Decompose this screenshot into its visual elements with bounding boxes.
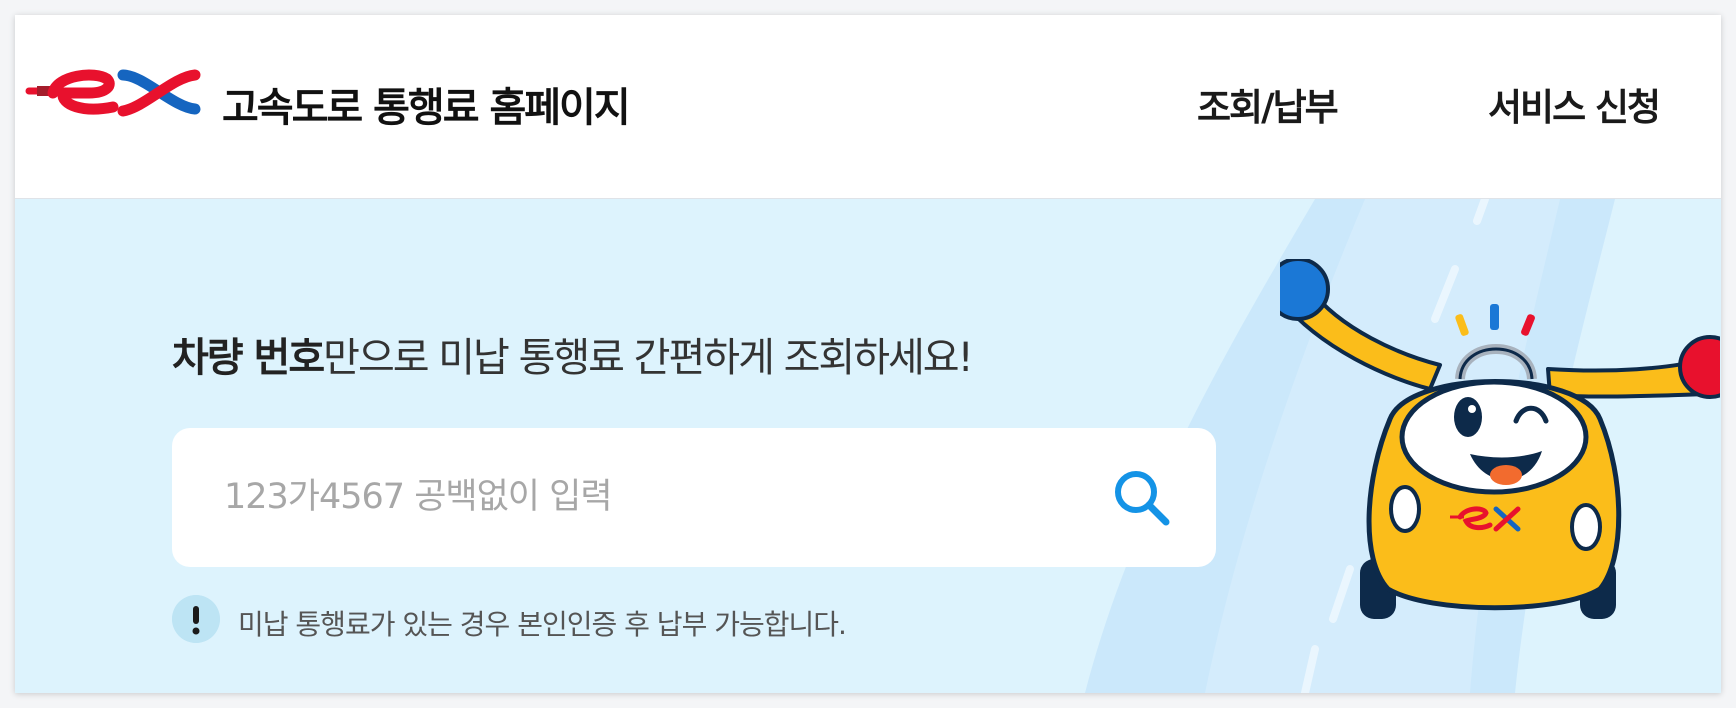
site-title[interactable]: 고속도로 통행료 홈페이지 xyxy=(222,75,631,133)
page-card: ex 고속도로 통행료 홈페이지 조회/납부 서비스 신청 차량 번호만으로 미… xyxy=(15,15,1721,693)
ex-logo[interactable]: ex xyxy=(23,61,203,121)
hero-section: 차량 번호만으로 미납 통행료 간편하게 조회하세요! 미납 통행료가 있는 경… xyxy=(15,199,1721,693)
headline-strong: 차량 번호 xyxy=(172,335,325,381)
notice-text: 미납 통행료가 있는 경우 본인인증 후 납부 가능합니다. xyxy=(238,608,847,641)
headline-rest: 만으로 미납 통행료 간편하게 조회하세요! xyxy=(323,335,973,381)
search-icon[interactable] xyxy=(1110,466,1174,530)
vehicle-search-box xyxy=(172,428,1216,567)
nav-inquiry-payment[interactable]: 조회/납부 xyxy=(1197,77,1339,131)
exclamation-icon xyxy=(172,595,220,643)
nav-service-application[interactable]: 서비스 신청 xyxy=(1488,77,1661,131)
mascot-car-illustration xyxy=(1280,259,1720,619)
hero-headline: 차량 번호만으로 미납 통행료 간편하게 조회하세요! xyxy=(172,325,974,383)
vehicle-number-input[interactable] xyxy=(224,464,1084,530)
site-header: ex 고속도로 통행료 홈페이지 조회/납부 서비스 신청 xyxy=(15,15,1721,199)
